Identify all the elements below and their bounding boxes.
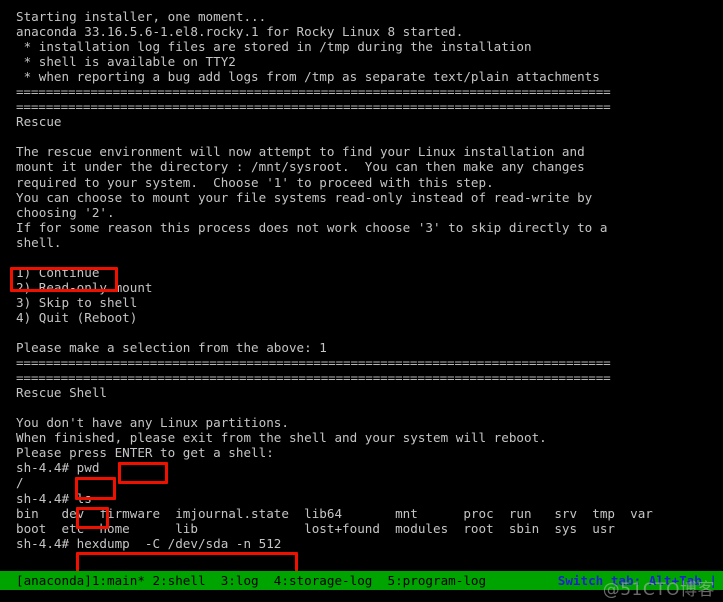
console-line: Please press ENTER to get a shell:	[16, 445, 274, 461]
console-line: anaconda 33.16.5.6-1.el8.rocky.1 for Roc…	[16, 24, 464, 40]
console-line: boot etc home lib lost+found modules roo…	[16, 520, 615, 536]
console-line: choosing '2'.	[16, 204, 115, 220]
console-line: ========================================…	[16, 370, 611, 386]
console-line: sh-4.4# pwd	[16, 460, 100, 476]
console-line: Rescue	[16, 114, 62, 130]
console-line: Please make a selection from the above: …	[16, 340, 327, 356]
console-line: bin dev firmware imjournal.state lib64 m…	[16, 505, 653, 521]
console-line: /	[16, 475, 24, 491]
console-line: sh-4.4# hexdump -C /dev/sda -n 512	[16, 535, 282, 551]
console-output: Starting installer, one moment... anacond…	[16, 9, 716, 551]
console-line: The rescue environment will now attempt …	[16, 144, 585, 160]
console-line: 1) Continue	[16, 264, 100, 280]
console-line: * when reporting a bug add logs from /tm…	[16, 69, 600, 85]
console-line: required to your system. Choose '1' to p…	[16, 174, 494, 190]
console-line: You don't have any Linux partitions.	[16, 415, 289, 431]
console-line: You can choose to mount your file system…	[16, 189, 593, 205]
console-line: When finished, please exit from the shel…	[16, 430, 547, 446]
console-line: 4) Quit (Reboot)	[16, 309, 138, 325]
status-bar-window-list[interactable]: [anaconda]1:main* 2:shell 3:log 4:storag…	[16, 571, 486, 590]
terminal-screen: Starting installer, one moment... anacond…	[0, 0, 723, 602]
console-line: Starting installer, one moment...	[16, 9, 267, 24]
console-line: * shell is available on TTY2	[16, 54, 236, 70]
console-line: ========================================…	[16, 99, 611, 115]
console-line: sh-4.4# ls	[16, 490, 92, 506]
console-line: If for some reason this process does not…	[16, 219, 608, 235]
status-bar-switch-tab-hint: Switch tab: Alt+Tab |	[557, 573, 717, 588]
console-line: ========================================…	[16, 355, 611, 371]
tmux-status-bar[interactable]: [anaconda]1:main* 2:shell 3:log 4:storag…	[0, 571, 723, 590]
console-line: 2) Read-only mount	[16, 279, 153, 295]
console-line: mount it under the directory : /mnt/sysr…	[16, 159, 585, 175]
console-line: * installation log files are stored in /…	[16, 39, 532, 55]
console-line: shell.	[16, 234, 62, 250]
console-line: ========================================…	[16, 84, 611, 100]
console-line: 3) Skip to shell	[16, 294, 138, 310]
console-line: Rescue Shell	[16, 385, 107, 401]
